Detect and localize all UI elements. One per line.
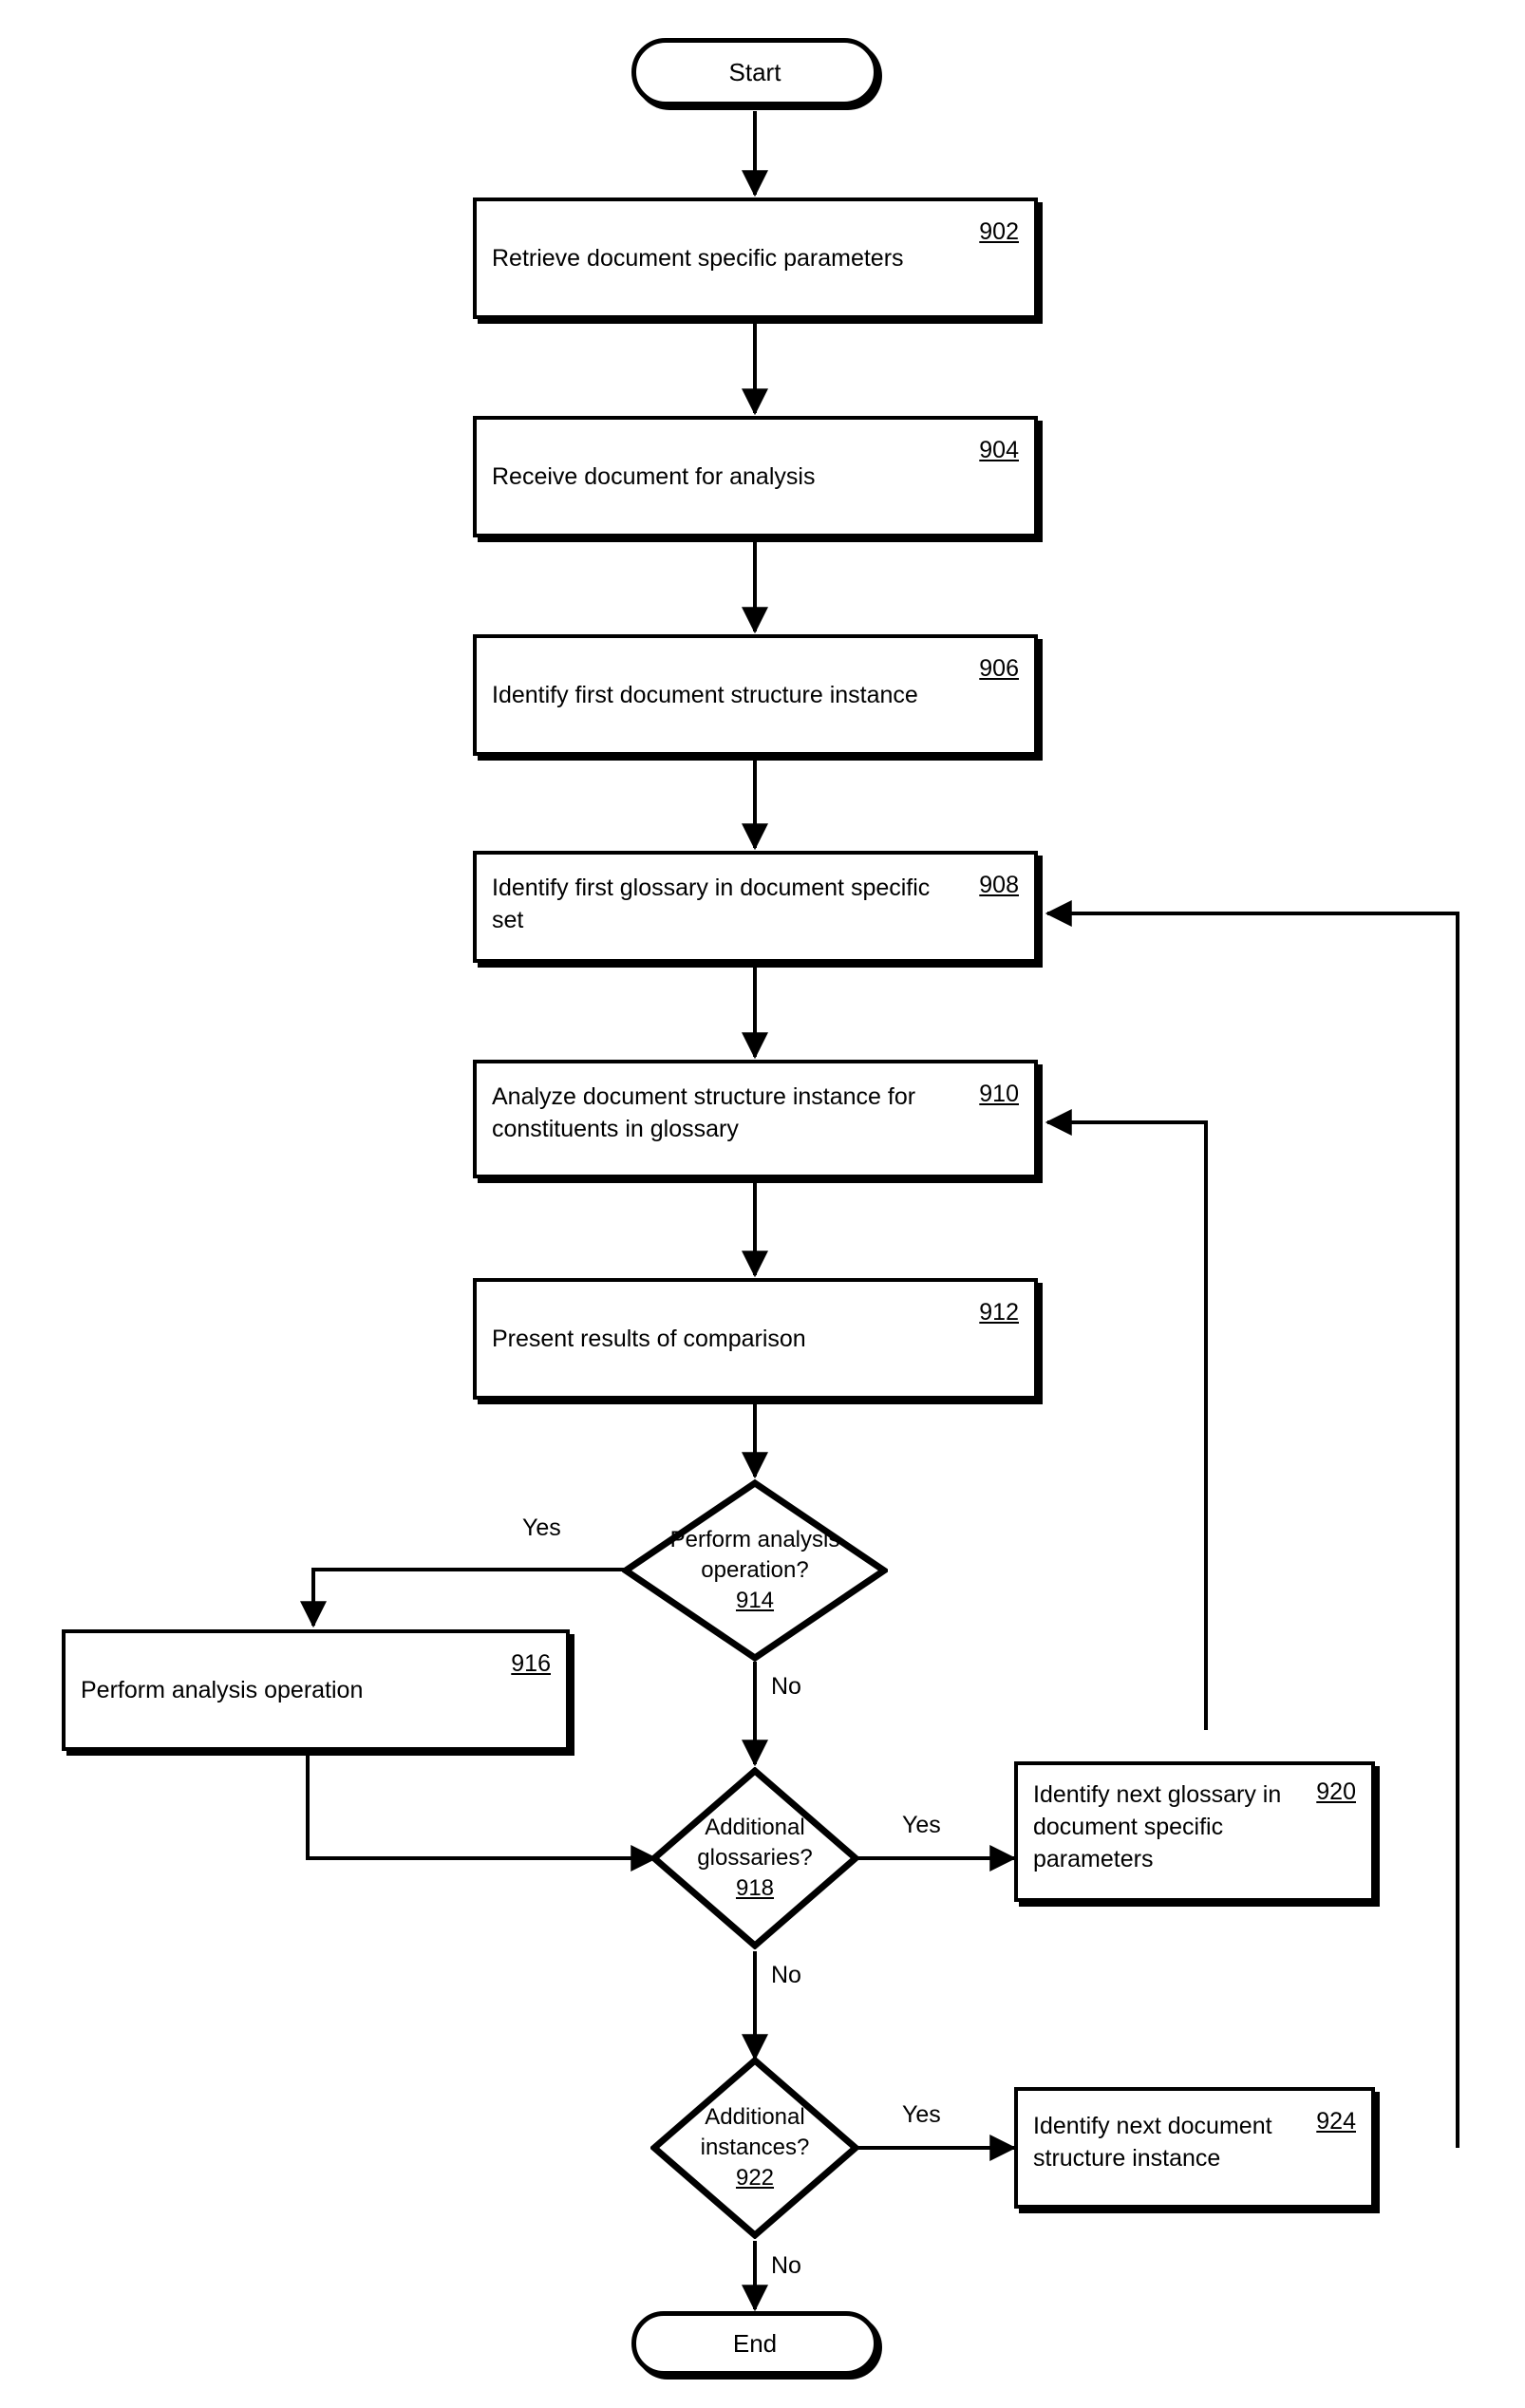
edge-label-918-no: No — [771, 1962, 801, 1988]
node-910-label: Analyze document structure instance for … — [492, 1083, 916, 1142]
node-910: Analyze document structure instance for … — [473, 1060, 1038, 1178]
node-906: Identify first document structure instan… — [473, 634, 1038, 756]
node-902-number: 902 — [979, 218, 1019, 245]
node-906-label: Identify first document structure instan… — [492, 682, 918, 708]
node-916: Perform analysis operation 916 — [62, 1629, 570, 1751]
node-920: Identify next glossary in document speci… — [1014, 1761, 1375, 1902]
node-920-number: 920 — [1316, 1778, 1356, 1805]
edge-label-914-no: No — [771, 1673, 801, 1700]
node-924: Identify next document structure instanc… — [1014, 2087, 1375, 2209]
node-916-number: 916 — [511, 1650, 551, 1677]
node-start: Start — [631, 38, 878, 106]
node-end-label: End — [732, 2328, 778, 2358]
node-922-shape — [650, 2057, 859, 2239]
node-912-number: 912 — [979, 1299, 1019, 1326]
node-914-shape — [622, 1479, 888, 1662]
node-908: Identify first glossary in document spec… — [473, 851, 1038, 963]
node-904-number: 904 — [979, 437, 1019, 463]
node-start-label: Start — [728, 57, 781, 86]
node-912: Present results of comparison 912 — [473, 1278, 1038, 1400]
edge-label-918-yes: Yes — [902, 1812, 941, 1838]
edge-label-922-yes: Yes — [902, 2101, 941, 2128]
node-922: Additional instances? 922 — [650, 2057, 859, 2239]
node-912-label: Present results of comparison — [492, 1326, 806, 1352]
node-918-shape — [650, 1767, 859, 1949]
node-end: End — [631, 2311, 878, 2376]
node-902-label: Retrieve document specific parameters — [492, 245, 904, 272]
node-924-label: Identify next document structure instanc… — [1033, 2113, 1272, 2172]
node-908-label: Identify first glossary in document spec… — [492, 875, 931, 933]
node-904-label: Receive document for analysis — [492, 463, 816, 490]
edge-label-922-no: No — [771, 2252, 801, 2279]
node-910-number: 910 — [979, 1081, 1019, 1107]
node-924-number: 924 — [1316, 2108, 1356, 2135]
node-904: Receive document for analysis 904 — [473, 416, 1038, 537]
node-918: Additional glossaries? 918 — [650, 1767, 859, 1949]
node-908-number: 908 — [979, 872, 1019, 898]
flowchart-connectors — [300, 111, 1459, 2312]
flowchart-canvas: Start Retrieve document specific paramet… — [0, 0, 1525, 2408]
edge-label-914-yes: Yes — [522, 1514, 561, 1541]
node-920-label: Identify next glossary in document speci… — [1033, 1781, 1282, 1872]
node-916-label: Perform analysis operation — [81, 1677, 364, 1703]
node-914: Perform analysis operation? 914 — [622, 1479, 888, 1662]
node-902: Retrieve document specific parameters 90… — [473, 198, 1038, 319]
node-906-number: 906 — [979, 655, 1019, 682]
